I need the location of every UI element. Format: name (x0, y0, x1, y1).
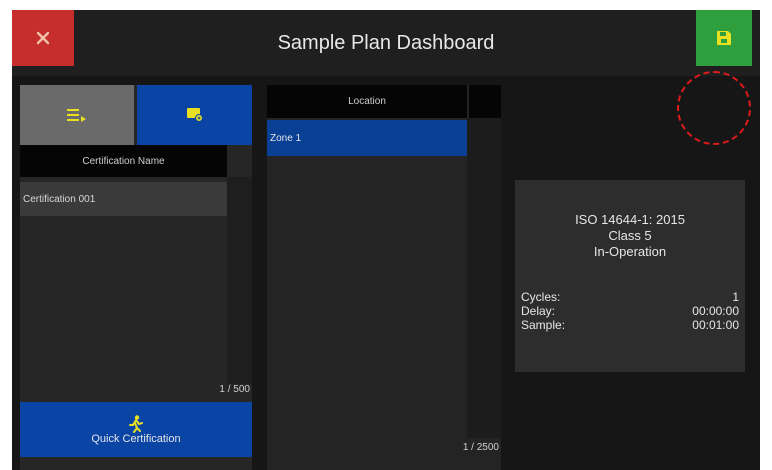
screen: Sample Plan Dashboard Certification Name… (12, 10, 760, 470)
save-button[interactable] (696, 10, 752, 66)
location-count: 1 / 2500 (462, 442, 499, 453)
delay-value: 00:00:00 (692, 304, 739, 318)
annotation-circle (677, 71, 751, 145)
certification-list-item[interactable]: Certification 001 (20, 182, 227, 216)
sample-label: Sample: (521, 318, 566, 332)
standard-name: ISO 14644-1: 2015 (575, 212, 685, 227)
header-bar: Sample Plan Dashboard (12, 10, 760, 76)
cycles-value: 1 (732, 290, 739, 304)
certification-scrollbar[interactable] (227, 177, 252, 384)
list-button[interactable] (20, 85, 134, 145)
save-floppy-icon (717, 31, 731, 45)
location-list-item[interactable]: Zone 1 (267, 120, 467, 156)
sample-row: Sample: 00:01:00 (521, 318, 739, 332)
standard-summary: ISO 14644-1: 2015 Class 5 In-Operation (515, 212, 745, 260)
page-title: Sample Plan Dashboard (277, 31, 495, 54)
sample-value: 00:01:00 (692, 318, 739, 332)
location-header-spacer (469, 85, 501, 118)
delay-label: Delay: (521, 304, 556, 318)
quick-certification-button[interactable]: Quick Certification (20, 402, 252, 457)
standard-state: In-Operation (593, 244, 667, 259)
close-x-icon (36, 31, 50, 45)
delay-row: Delay: 00:00:00 (521, 304, 739, 318)
certification-name-header: Certification Name (20, 145, 227, 177)
cycles-row: Cycles: 1 (521, 290, 739, 304)
location-scrollbar[interactable] (467, 118, 501, 438)
certification-panel: Certification Name Certification 001 1 /… (20, 85, 252, 470)
cycles-label: Cycles: (521, 290, 561, 304)
certification-count: 1 / 500 (219, 384, 250, 395)
standard-class: Class 5 (608, 228, 652, 243)
location-header: Location (267, 85, 467, 118)
location-panel: Location Zone 1 1 / 2500 (267, 85, 501, 470)
running-person-icon (129, 414, 143, 433)
add-certification-button[interactable] (137, 85, 252, 145)
add-certificate-icon (186, 108, 203, 122)
quick-certification-label: Quick Certification (91, 432, 181, 445)
standard-info-box: ISO 14644-1: 2015 Class 5 In-Operation C… (515, 180, 745, 372)
list-icon (67, 109, 86, 122)
close-button[interactable] (12, 10, 74, 66)
